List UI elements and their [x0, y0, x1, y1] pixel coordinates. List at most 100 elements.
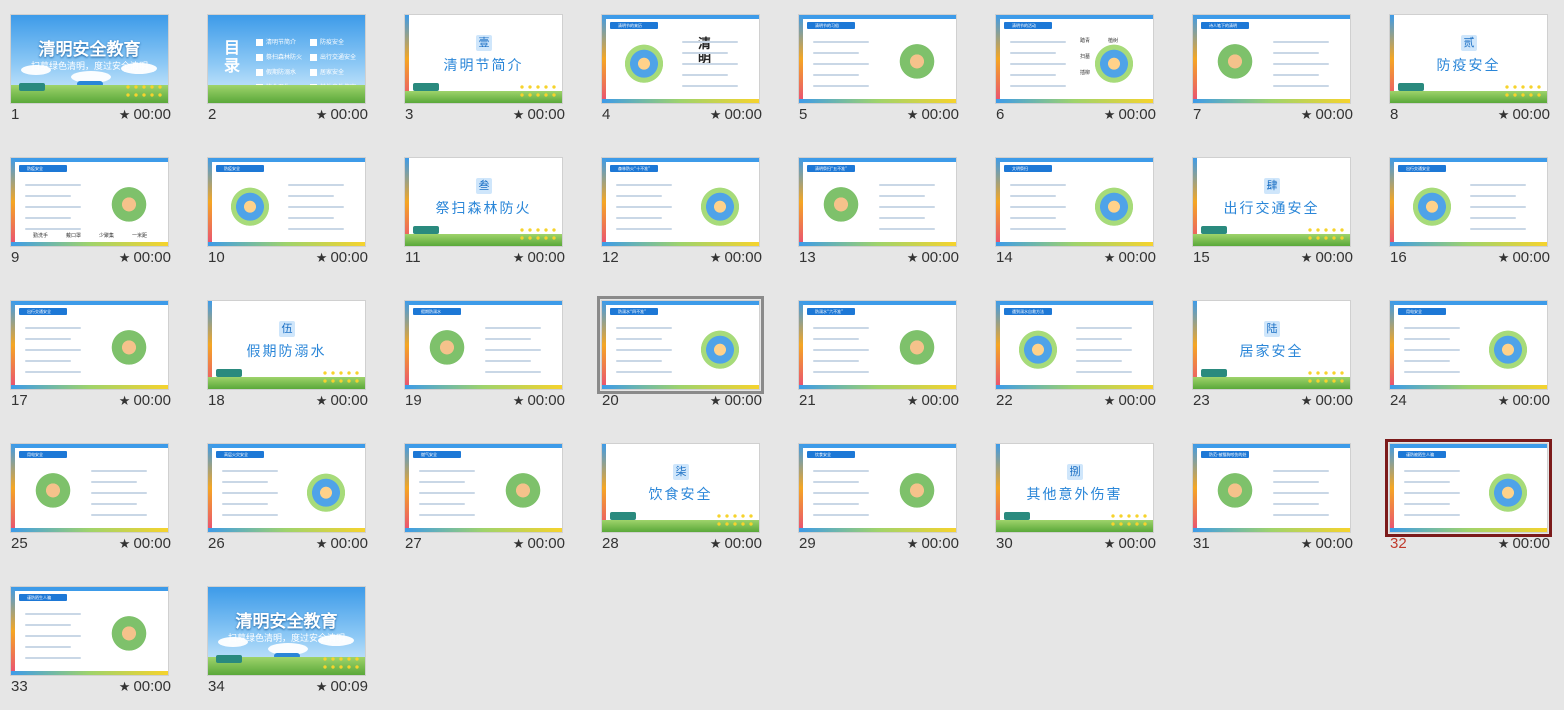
- slide-preview[interactable]: 森林防火“十不准”: [601, 157, 760, 247]
- slide-preview[interactable]: 清明节的来历 清明: [601, 14, 760, 104]
- slide-thumbnail-2[interactable]: 目录清明节简介祭扫森林防火假期防溺水饮食卫生防疫安全出行交通安全居家安全其他意外…: [197, 0, 368, 130]
- slide-thumbnail-28[interactable]: 柒饮食安全 28 ★ 00:00: [591, 429, 762, 559]
- text-line: [1470, 195, 1516, 197]
- text-line: [682, 74, 728, 76]
- slide-thumbnail-8[interactable]: 贰防疫安全 8 ★ 00:00: [1379, 0, 1550, 130]
- slide-thumbnail-5[interactable]: 清明节的习俗 5 ★ 00:00: [788, 0, 959, 130]
- slide-timing: ★ 00:00: [907, 249, 959, 266]
- slide-preview[interactable]: 捌其他意外伤害: [995, 443, 1154, 533]
- slide-thumbnail-31[interactable]: 防范-被猫狗咬伤的处理 31 ★ 00:00: [1182, 429, 1353, 559]
- slide-thumbnail-33[interactable]: 谨防陌生人骗 33 ★ 00:00: [0, 572, 171, 702]
- frame-left: [11, 301, 15, 389]
- slide-thumbnail-25[interactable]: 用电安全 25 ★ 00:00: [0, 429, 171, 559]
- slide-preview[interactable]: 清明安全教育 扫墓绿色清明，度过安全清明: [10, 14, 169, 104]
- slide-preview[interactable]: 谨防陌生人骗: [10, 586, 169, 676]
- slide-preview[interactable]: 目录清明节简介祭扫森林防火假期防溺水饮食卫生防疫安全出行交通安全居家安全其他意外…: [207, 14, 366, 104]
- slide-timing: ★ 00:00: [1104, 392, 1156, 409]
- slide-preview[interactable]: 诗人笔下的清明: [1192, 14, 1351, 104]
- slide-preview[interactable]: 清明节的活动踏青植树扫墓荡秋千插柳打马球: [995, 14, 1154, 104]
- slide-thumbnail-34[interactable]: 清明安全教育 扫墓绿色清明，度过安全清明 34 ★ 00:09: [197, 572, 368, 702]
- slide-preview[interactable]: 防溺水“四不准”: [597, 296, 764, 394]
- star-icon: ★: [1103, 250, 1116, 265]
- slide-timing: ★ 00:00: [1301, 535, 1353, 552]
- timing-value: 00:00: [133, 535, 171, 552]
- slide-thumbnail-27[interactable]: 燃气安全 27 ★ 00:00: [394, 429, 565, 559]
- slide-thumbnail-24[interactable]: 用电安全 24 ★ 00:00: [1379, 286, 1550, 416]
- slide-thumbnail-23[interactable]: 陆居家安全 23 ★ 00:00: [1182, 286, 1353, 416]
- slide-number: 32: [1390, 535, 1407, 552]
- slide-thumbnail-10[interactable]: 防疫安全 10 ★ 00:00: [197, 143, 368, 273]
- slide-preview[interactable]: 遇到溺水自救方法: [995, 300, 1154, 390]
- slide-preview[interactable]: 防疫安全: [207, 157, 366, 247]
- flowers-shape: [1306, 369, 1346, 385]
- slide-preview[interactable]: 贰防疫安全: [1389, 14, 1548, 104]
- slide-thumbnail-22[interactable]: 遇到溺水自救方法 22 ★ 00:00: [985, 286, 1156, 416]
- slide-thumbnail-26[interactable]: 高层火灾安全 26 ★ 00:00: [197, 429, 368, 559]
- text-line: [1404, 503, 1450, 505]
- text-line: [91, 514, 147, 516]
- slide-preview[interactable]: 用电安全: [1389, 300, 1548, 390]
- slide-preview[interactable]: 陆居家安全: [1192, 300, 1351, 390]
- text-line: [813, 360, 859, 362]
- slide-thumbnail-16[interactable]: 出行交通安全 16 ★ 00:00: [1379, 143, 1550, 273]
- slide-thumbnail-19[interactable]: 假期防溺水 19 ★ 00:00: [394, 286, 565, 416]
- slide-preview[interactable]: 饮食安全: [798, 443, 957, 533]
- slide-thumbnail-17[interactable]: 出行交通安全 17 ★ 00:00: [0, 286, 171, 416]
- frame-top: [602, 15, 759, 19]
- slide-preview[interactable]: 清明安全教育 扫墓绿色清明，度过安全清明: [207, 586, 366, 676]
- slide-thumbnail-6[interactable]: 清明节的活动踏青植树扫墓荡秋千插柳打马球6★00:00: [985, 0, 1156, 130]
- text-line: [288, 195, 334, 197]
- slide-preview[interactable]: 伍假期防溺水: [207, 300, 366, 390]
- slide-thumbnail-7[interactable]: 诗人笔下的清明 7 ★ 00:00: [1182, 0, 1353, 130]
- frame-bottom: [1390, 385, 1547, 389]
- slide-thumbnail-30[interactable]: 捌其他意外伤害 30 ★ 00:00: [985, 429, 1156, 559]
- slide-thumbnail-21[interactable]: 防溺水“六不准” 21 ★ 00:00: [788, 286, 959, 416]
- slide-preview[interactable]: 假期防溺水: [404, 300, 563, 390]
- illustration: [694, 329, 746, 375]
- slide-preview[interactable]: 用电安全: [10, 443, 169, 533]
- timing-value: 00:00: [724, 106, 762, 123]
- text-line: [1010, 85, 1066, 87]
- slide-thumbnail-20[interactable]: 防溺水“四不准” 20 ★ 00:00: [591, 286, 764, 416]
- slide-preview[interactable]: 防溺水“六不准”: [798, 300, 957, 390]
- slide-preview[interactable]: 出行交通安全: [1389, 157, 1548, 247]
- timing-value: 00:00: [724, 392, 762, 409]
- slide-thumbnail-1[interactable]: 清明安全教育 扫墓绿色清明，度过安全清明 1 ★ 00:00: [0, 0, 171, 130]
- slide-preview[interactable]: 清明祭扫“五不准”: [798, 157, 957, 247]
- slide-thumbnail-9[interactable]: 防疫安全 勤洗手 戴口罩 少聚集 一米距 9 ★ 00:00: [0, 143, 171, 273]
- slide-preview[interactable]: 高层火灾安全: [207, 443, 366, 533]
- slide-timing: ★ 00:00: [710, 249, 762, 266]
- slide-timing: ★ 00:00: [1498, 392, 1550, 409]
- slide-number: 1: [11, 106, 20, 123]
- text-line: [419, 492, 475, 494]
- illustration: [1209, 43, 1261, 89]
- slide-preview[interactable]: 防范-被猫狗咬伤的处理: [1192, 443, 1351, 533]
- slide-thumbnail-3[interactable]: 壹清明节简介 3 ★ 00:00: [394, 0, 565, 130]
- slide-preview[interactable]: 柒饮食安全: [601, 443, 760, 533]
- slide-thumbnail-11[interactable]: 叁祭扫森林防火 11 ★ 00:00: [394, 143, 565, 273]
- slide-preview[interactable]: 肆出行交通安全: [1192, 157, 1351, 247]
- frame-left: [405, 444, 409, 532]
- slide-thumbnail-15[interactable]: 肆出行交通安全 15 ★ 00:00: [1182, 143, 1353, 273]
- timing-value: 00:00: [1512, 535, 1550, 552]
- slide-timing: ★ 00:00: [119, 392, 171, 409]
- slide-preview[interactable]: 防疫安全 勤洗手 戴口罩 少聚集 一米距: [10, 157, 169, 247]
- slide-preview[interactable]: 出行交通安全: [10, 300, 169, 390]
- slide-number: 23: [1193, 392, 1210, 409]
- slide-preview[interactable]: 燃气安全: [404, 443, 563, 533]
- slide-preview[interactable]: 叁祭扫森林防火: [404, 157, 563, 247]
- slide-preview[interactable]: 壹清明节简介: [404, 14, 563, 104]
- slide-thumbnail-18[interactable]: 伍假期防溺水 18 ★ 00:00: [197, 286, 368, 416]
- slide-thumbnail-32[interactable]: 谨防被陌生人骗 32 ★ 00:00: [1379, 429, 1552, 559]
- text-line: [25, 195, 71, 197]
- star-icon: ★: [1300, 107, 1313, 122]
- slide-thumbnail-14[interactable]: 文明祭扫 14 ★ 00:00: [985, 143, 1156, 273]
- slide-thumbnail-13[interactable]: 清明祭扫“五不准” 13 ★ 00:00: [788, 143, 959, 273]
- slide-thumbnail-12[interactable]: 森林防火“十不准” 12 ★ 00:00: [591, 143, 762, 273]
- slide-thumbnail-4[interactable]: 清明节的来历 清明 4 ★ 00:00: [591, 0, 762, 130]
- slide-preview[interactable]: 清明节的习俗: [798, 14, 957, 104]
- slide-thumbnail-29[interactable]: 饮食安全 29 ★ 00:00: [788, 429, 959, 559]
- slide-preview[interactable]: 文明祭扫: [995, 157, 1154, 247]
- slide-preview[interactable]: 谨防被陌生人骗: [1385, 439, 1552, 537]
- content-header: 谨防陌生人骗: [19, 594, 67, 601]
